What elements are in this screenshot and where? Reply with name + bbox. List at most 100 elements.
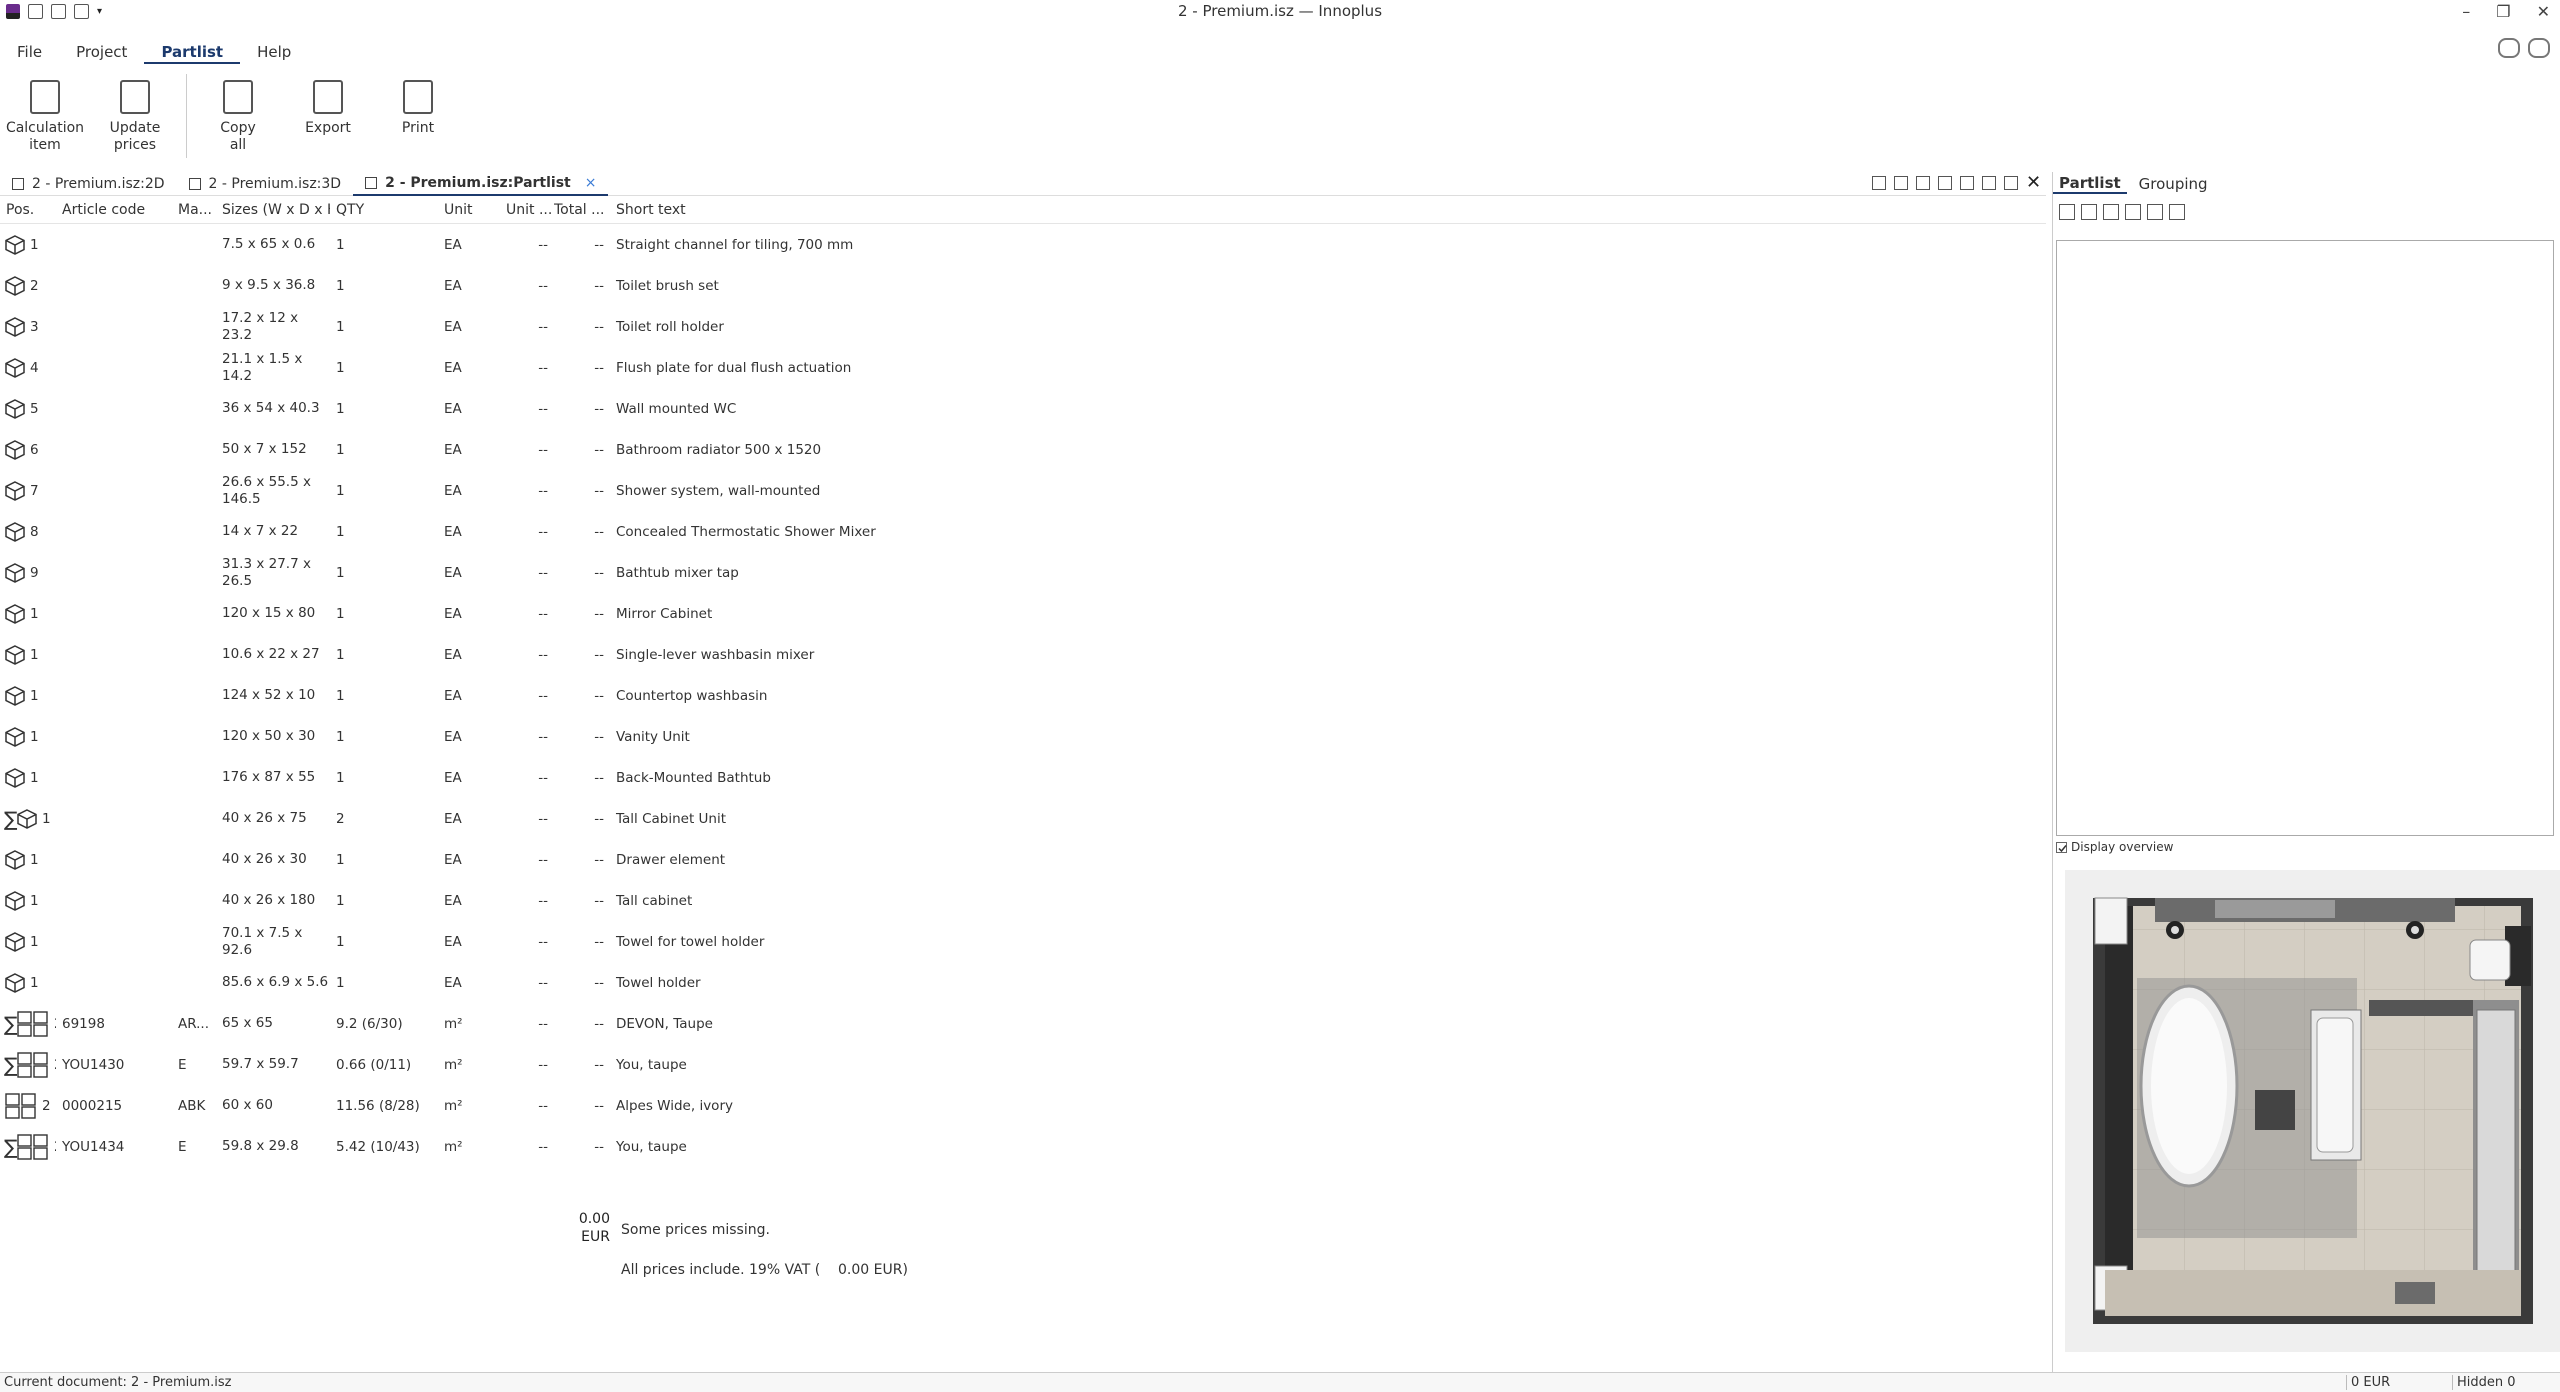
col-article-code[interactable]: Article code [56,202,172,223]
copy-all-button[interactable]: Copy all [193,68,283,160]
cell-short-text: Single-lever washbasin mixer [616,646,815,663]
table-row[interactable]: ∑2 YOU1434 E 59.8 x 29.8 5.42 (10/43) m² -- -- Y… [0,1126,2046,1167]
table-row[interactable]: 1 40 x 26 x 30 1 EA -- -- Drawer element [0,839,2046,880]
columns-icon[interactable] [1938,176,1952,190]
menu-partlist[interactable]: Partlist [144,40,241,64]
table-row[interactable]: 8 14 x 7 x 22 1 EA -- -- Concealed Thermostati… [0,511,2046,552]
col-sizes[interactable]: Sizes (W x D x H) [216,202,330,223]
cube-icon [4,603,26,625]
cell-article-code: YOU1430 [62,1056,125,1073]
table-row[interactable]: ∑ 1 40 x 26 x 75 2 EA -- -- Tall Cabinet Unit [0,798,2046,839]
minimize-icon[interactable]: – [2462,2,2470,21]
cell-sizes: 9 x 9.5 x 36.8 [222,277,316,293]
menu-file[interactable]: File [0,40,59,64]
cell-short-text: Bathroom radiator 500 x 1520 [616,441,822,458]
partlist-tree-view[interactable] [2056,240,2554,836]
table-row[interactable]: 1 70.1 x 7.5 x 92.6 1 EA -- -- Towel for towel… [0,921,2046,962]
cell-manufacturer: AR... [178,1015,210,1032]
table-row[interactable]: 2 9 x 9.5 x 36.8 1 EA -- -- Toilet brush set [0,265,2046,306]
cube-icon [4,562,26,584]
col-manufacturer[interactable]: Ma... [172,202,216,223]
cell-total: -- [594,277,604,294]
cell-unit-price: -- [538,933,548,950]
cell-unit: EA [444,933,462,950]
restore-icon[interactable]: ❐ [2496,2,2510,21]
tab-grouping[interactable]: Grouping [2133,175,2214,193]
cell-short-text: Concealed Thermostatic Shower Mixer [616,523,876,540]
table-row[interactable]: 1 7.5 x 65 x 0.6 1 EA -- -- Straight channel f… [0,224,2046,265]
minimize-pane-icon[interactable] [1982,176,1996,190]
view-single-icon[interactable] [1894,176,1908,190]
cell-total: -- [594,933,604,950]
cell-pos: 1 [0,726,56,748]
cell-unit: EA [444,318,462,335]
col-unit-price[interactable]: Unit ... [500,202,554,223]
close-pane-icon[interactable]: ✕ [2026,174,2041,192]
cell-qty: 1 [336,769,345,786]
cube-3d-icon [188,177,201,190]
col-unit[interactable]: Unit [438,202,500,223]
tile-icon [16,1010,50,1038]
view-3d-icon[interactable] [1872,176,1886,190]
table-row[interactable]: 2 0000215 ABK 60 x 60 11.56 (8/28) m² -- -- Alpe… [0,1085,2046,1126]
table-row[interactable]: ∑2 69198 AR... 65 x 65 9.2 (6/30) m² -- -- DEVON… [0,1003,2046,1044]
col-short-text[interactable]: Short text [610,202,880,223]
cell-total: -- [594,605,604,622]
tree-view-icon[interactable] [2059,204,2075,220]
tree-expand-icon[interactable] [2103,204,2119,220]
update-prices-button[interactable]: Update prices [90,68,180,160]
table-row[interactable]: 1 10.6 x 22 x 27 1 EA -- -- Single-lever washb… [0,634,2046,675]
cell-short-text: Countertop washbasin [616,687,768,704]
table-row[interactable]: 4 21.1 x 1.5 x 14.2 1 EA -- -- Flush plate for… [0,347,2046,388]
tree-settings-icon[interactable] [2169,204,2185,220]
menu-project[interactable]: Project [59,40,144,64]
cell-short-text: Tall Cabinet Unit [616,810,727,827]
view-split-icon[interactable] [1916,176,1930,190]
col-pos[interactable]: Pos. [0,202,56,223]
col-total[interactable]: Total ... [554,202,610,223]
tree-list-icon[interactable] [2147,204,2163,220]
support-headset-icon[interactable] [2528,38,2550,58]
table-row[interactable]: 1 120 x 50 x 30 1 EA -- -- Vanity Unit [0,716,2046,757]
table-row[interactable]: 1 120 x 15 x 80 1 EA -- -- Mirror Cabinet [0,593,2046,634]
close-icon[interactable]: ✕ [2537,2,2550,21]
tab-close-icon[interactable]: × [585,175,597,191]
table-row[interactable]: 9 31.3 x 27.7 x 26.5 1 EA -- -- Bathtub mixer … [0,552,2046,593]
cell-sizes: 31.3 x 27.7 x 26.5 [222,555,311,589]
table-row[interactable]: 1 85.6 x 6.9 x 5.6 1 EA -- -- Towel holder [0,962,2046,1003]
tree-collapse-icon[interactable] [2125,204,2141,220]
tab-3d[interactable]: 2 - Premium.isz:3D [177,172,354,196]
cell-short-text: Back-Mounted Bathtub [616,769,771,786]
table-row[interactable]: 7 26.6 x 55.5 x 146.5 1 EA -- -- Shower system… [0,470,2046,511]
cell-pos: ∑ 1 [4,807,51,830]
cell-unit-price: -- [538,400,548,417]
cell-qty: 1 [336,277,345,294]
chat-icon[interactable] [2498,38,2520,58]
col-qty[interactable]: QTY [330,202,438,223]
cell-unit: EA [444,851,462,868]
title-bar: ▾ 2 - Premium.isz — Innoplus – ❐ ✕ [0,0,2560,26]
tree-toolbar [2053,196,2560,220]
print-button[interactable]: Print [373,68,463,160]
table-row[interactable]: 5 36 x 54 x 40.3 1 EA -- -- Wall mounted WC [0,388,2046,429]
display-overview-checkbox[interactable]: Display overview [2056,840,2173,854]
table-row[interactable]: ∑2 YOU1430 E 59.7 x 59.7 0.66 (0/11) m² -- -- Yo… [0,1044,2046,1085]
calculation-item-button[interactable]: Calculation item [0,68,90,160]
float-pane-icon[interactable] [2004,176,2018,190]
table-row[interactable]: 1 40 x 26 x 180 1 EA -- -- Tall cabinet [0,880,2046,921]
table-row[interactable]: 1 176 x 87 x 55 1 EA -- -- Back-Mounted Bathtu… [0,757,2046,798]
cell-short-text: Wall mounted WC [616,400,737,417]
tab-2d[interactable]: 2 - Premium.isz:2D [0,172,177,196]
menu-help[interactable]: Help [240,40,308,64]
export-button[interactable]: Export [283,68,373,160]
cube-icon [4,644,26,666]
table-row[interactable]: 3 17.2 x 12 x 23.2 1 EA -- -- Toilet roll hold… [0,306,2046,347]
tab-partlist[interactable]: 2 - Premium.isz:Partlist × [353,172,609,196]
table-row[interactable]: 6 50 x 7 x 152 1 EA -- -- Bathroom radiator 50… [0,429,2046,470]
table-row[interactable]: 1 124 x 52 x 10 1 EA -- -- Countertop washbasi… [0,675,2046,716]
cell-short-text: You, taupe [616,1138,687,1155]
tab-partlist-tree[interactable]: Partlist [2053,174,2127,194]
cell-pos: 1 [0,890,56,912]
filter-icon[interactable] [1960,176,1974,190]
tree-group-icon[interactable] [2081,204,2097,220]
